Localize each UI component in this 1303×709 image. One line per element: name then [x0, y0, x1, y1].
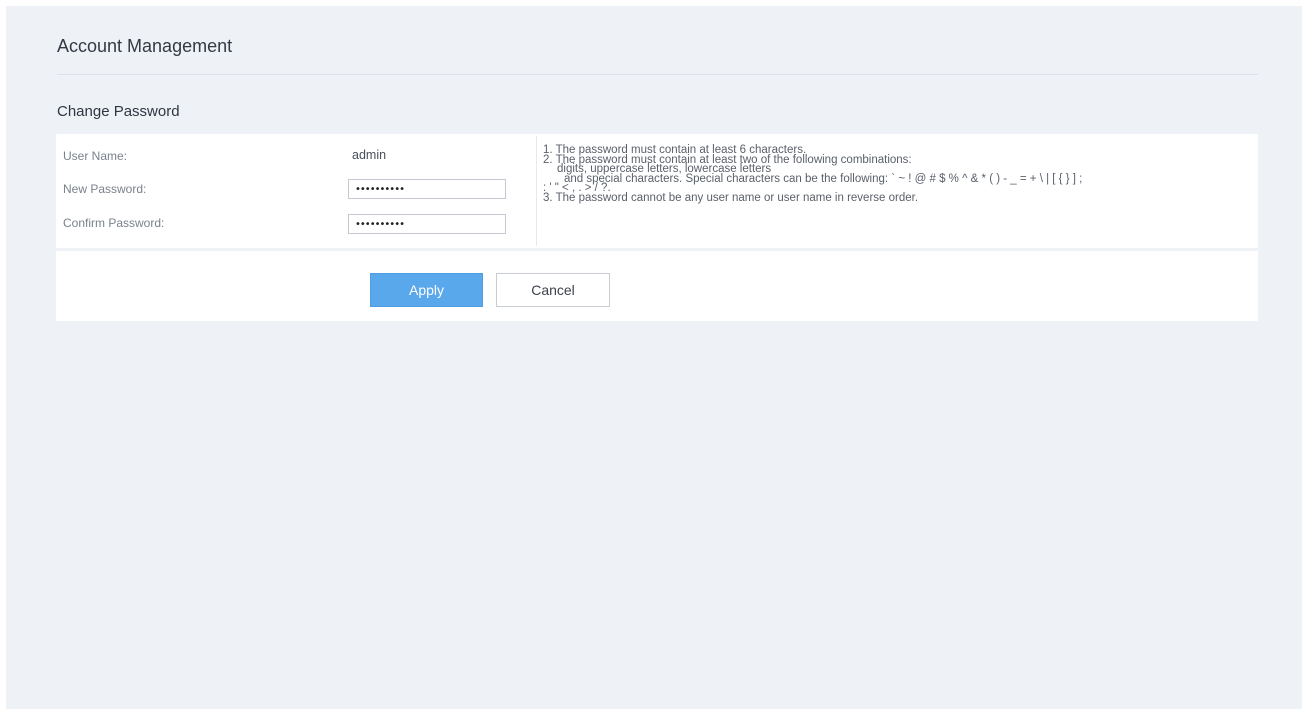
- content-frame: Account Management Change Password User …: [6, 6, 1302, 709]
- confirm-password-input[interactable]: [348, 214, 506, 234]
- action-bar: Apply Cancel: [56, 251, 1258, 321]
- rule-line: 3. The password cannot be any user name …: [543, 191, 919, 204]
- new-password-input[interactable]: [348, 179, 506, 199]
- username-label: User Name:: [63, 149, 128, 163]
- change-password-form: User Name: admin New Password: Confirm P…: [56, 134, 1258, 248]
- rule-line: and special characters. Special characte…: [564, 172, 1083, 185]
- section-title: Change Password: [57, 103, 180, 120]
- title-divider: [57, 74, 1258, 75]
- cancel-button[interactable]: Cancel: [496, 273, 610, 307]
- page-title: Account Management: [57, 36, 233, 56]
- confirm-password-label: Confirm Password:: [63, 216, 165, 230]
- apply-button[interactable]: Apply: [370, 273, 483, 307]
- username-value: admin: [352, 148, 387, 162]
- password-rules: 1. The password must contain at least 6 …: [536, 136, 1256, 246]
- new-password-label: New Password:: [63, 182, 147, 196]
